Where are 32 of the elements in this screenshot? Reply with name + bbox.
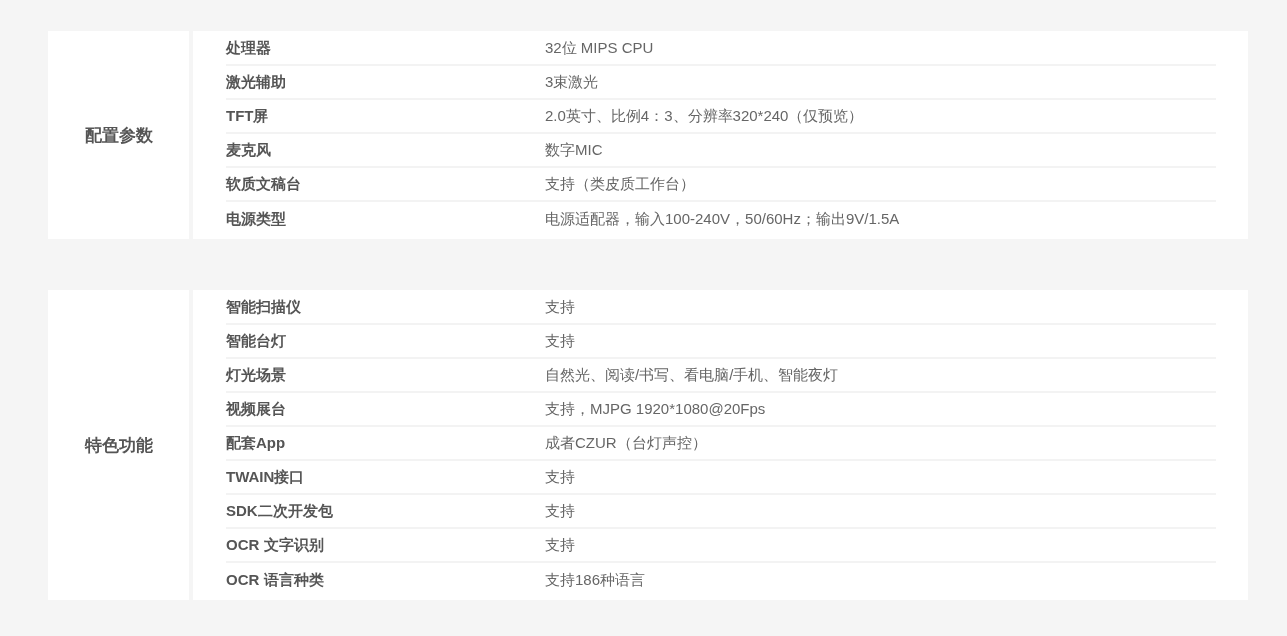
spec-label: TWAIN接口 [226,467,306,487]
spec-value: 支持，MJPG 1920*1080@20Fps [545,399,766,419]
spec-label: SDK二次开发包 [226,501,334,521]
spec-value: 支持186种语言 [545,570,646,590]
spec-value: 3束激光 [545,72,599,92]
spec-value: 2.0英寸、比例4：3、分辨率320*240（仅预览） [545,106,864,126]
spec-label: 智能扫描仪 [226,297,302,317]
spec-label: 电源类型 [226,209,287,229]
spec-label: TFT屏 [226,106,270,126]
spec-value: 支持 [545,467,575,487]
spec-value: 支持 [545,535,575,555]
spec-value: 支持 [545,331,575,351]
spec-value: 支持 [545,297,575,317]
section-title: 配置参数 [84,124,153,147]
spec-label: 软质文稿台 [226,174,302,194]
spec-label: 智能台灯 [226,331,287,351]
spec-value: 32位 MIPS CPU [545,38,654,58]
spec-label: 激光辅助 [226,72,287,92]
spec-value: 数字MIC [545,140,603,160]
spec-value: 成者CZUR（台灯声控） [545,433,707,453]
spec-label: 处理器 [226,38,272,58]
section-title: 特色功能 [84,434,153,457]
spec-value: 电源适配器，输入100-240V，50/60Hz；输出9V/1.5A [545,209,900,229]
spec-label: OCR 语言种类 [226,570,325,590]
spec-value: 自然光、阅读/书写、看电脑/手机、智能夜灯 [545,365,839,385]
spec-value: 支持（类皮质工作台） [545,174,695,194]
spec-label: 麦克风 [226,140,272,160]
spec-label: 灯光场景 [226,365,287,385]
spec-label: OCR 文字识别 [226,535,325,555]
spec-label: 视频展台 [226,399,287,419]
spec-value: 支持 [545,501,575,521]
spec-label: 配套App [226,433,287,453]
